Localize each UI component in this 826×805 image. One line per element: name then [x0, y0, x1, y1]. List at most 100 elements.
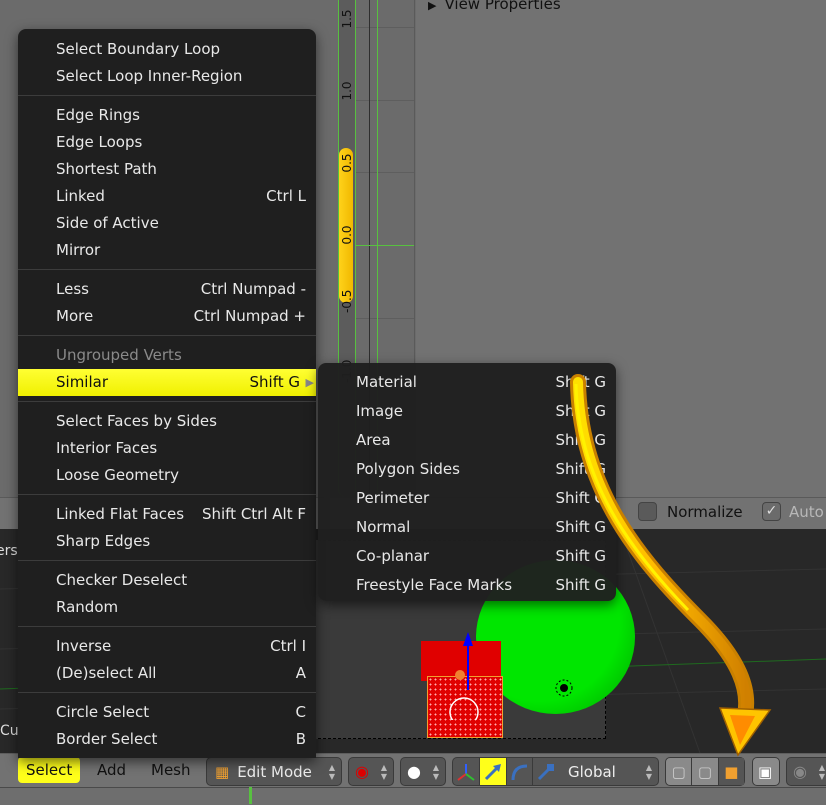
- submenu-item-shortcut: Shift G: [555, 402, 607, 420]
- menu-item-inverse[interactable]: Inverse Ctrl I: [18, 633, 316, 660]
- proportional-icon: ◉: [793, 762, 807, 781]
- menu-item-label: Side of Active: [56, 214, 159, 232]
- tick-label: 0.5: [340, 153, 354, 173]
- submenu-item-freestyle-face-marks[interactable]: Freestyle Face Marks Shift G: [318, 571, 616, 600]
- face-cube-icon: ■: [724, 762, 739, 781]
- submenu-arrow-icon: ▶: [305, 376, 314, 389]
- submenu-item-co-planar[interactable]: Co-planar Shift G: [318, 542, 616, 571]
- menu-item-shortcut: B: [295, 730, 306, 748]
- menu-item-select-faces-by-sides[interactable]: Select Faces by Sides: [18, 408, 316, 435]
- menu-item-more[interactable]: More Ctrl Numpad +: [18, 303, 316, 330]
- menu-item-linked[interactable]: Linked Ctrl L: [18, 183, 316, 210]
- auto-checkbox[interactable]: ✓: [762, 502, 781, 521]
- menu-item-border-select[interactable]: Border Select B: [18, 726, 316, 753]
- submenu-item-area[interactable]: Area Shift G: [318, 426, 616, 455]
- menu-separator: [18, 494, 316, 495]
- menu-item-linked-flat-faces[interactable]: Linked Flat Faces Shift Ctrl Alt F: [18, 501, 316, 528]
- menu-item-shortcut: Ctrl Numpad +: [193, 307, 306, 325]
- edge-select-mode[interactable]: ▢: [692, 758, 719, 785]
- menu-item-label: More: [56, 307, 94, 325]
- menu-item-label: Ungrouped Verts: [56, 346, 182, 364]
- menu-separator: [18, 401, 316, 402]
- manipulator-toggle[interactable]: [453, 758, 480, 785]
- updown-arrows-icon: ▲ ▼: [645, 762, 652, 781]
- menu-separator: [18, 560, 316, 561]
- pivot-point-dropdown[interactable]: ◉ ▲ ▼: [348, 757, 394, 786]
- auto-label: Auto: [789, 502, 824, 521]
- tick-label: 0.0: [340, 225, 354, 245]
- menu-item-shortest-path[interactable]: Shortest Path: [18, 156, 316, 183]
- submenu-item-polygon-sides[interactable]: Polygon Sides Shift G: [318, 455, 616, 484]
- submenu-item-label: Perimeter: [356, 489, 430, 507]
- timeline-current-frame[interactable]: [249, 787, 252, 804]
- normalize-label: Normalize: [667, 502, 743, 521]
- menu-item-shortcut: Shift Ctrl Alt F: [201, 505, 306, 523]
- view-properties-panel-header[interactable]: ▶ View Properties: [428, 0, 561, 13]
- menu-item-label: Select Loop Inner-Region: [56, 67, 243, 85]
- menu-item-less[interactable]: Less Ctrl Numpad -: [18, 276, 316, 303]
- menu-item-checker-deselect[interactable]: Checker Deselect: [18, 567, 316, 594]
- scale-icon: [538, 763, 555, 780]
- lamp-icon[interactable]: [552, 676, 576, 700]
- menu-item-mirror[interactable]: Mirror: [18, 237, 316, 264]
- edge-cube-icon: ▢: [697, 762, 713, 781]
- submenu-item-normal[interactable]: Normal Shift G: [318, 513, 616, 542]
- menu-item-shortcut: Ctrl L: [266, 187, 306, 205]
- menu-item-label: Border Select: [56, 730, 158, 748]
- pivot-icon: ◉: [355, 762, 369, 781]
- submenu-item-label: Image: [356, 402, 403, 420]
- normalize-checkbox[interactable]: [638, 502, 657, 521]
- menu-item-deselect-all[interactable]: (De)select All A: [18, 660, 316, 687]
- submenu-item-material[interactable]: Material Shift G: [318, 368, 616, 397]
- menu-item-select-boundary-loop[interactable]: Select Boundary Loop: [18, 36, 316, 63]
- timeline-strip[interactable]: [0, 787, 826, 805]
- normalize-toggle[interactable]: Normalize: [638, 502, 743, 521]
- submenu-item-shortcut: Shift G: [555, 373, 607, 391]
- menu-item-label: Loose Geometry: [56, 466, 180, 484]
- vertex-select-mode[interactable]: ▢: [666, 758, 693, 785]
- menu-item-side-of-active[interactable]: Side of Active: [18, 210, 316, 237]
- submenu-item-shortcut: Shift G: [555, 431, 607, 449]
- viewport-shading-dropdown[interactable]: ● ▲ ▼: [400, 757, 446, 786]
- scale-manipulator[interactable]: [533, 758, 559, 785]
- menu-item-select-loop-inner-region[interactable]: Select Loop Inner-Region: [18, 63, 316, 90]
- submenu-item-image[interactable]: Image Shift G: [318, 397, 616, 426]
- menu-item-interior-faces[interactable]: Interior Faces: [18, 435, 316, 462]
- menu-item-edge-loops[interactable]: Edge Loops: [18, 129, 316, 156]
- select-menu-button[interactable]: Select: [18, 757, 81, 783]
- mesh-select-mode-group: ▢ ▢ ■: [665, 757, 745, 786]
- menu-separator: [18, 95, 316, 96]
- mode-dropdown[interactable]: ▦ Edit Mode ▲ ▼: [206, 757, 342, 786]
- menu-item-label: Random: [56, 598, 119, 616]
- arrow-icon: [484, 763, 501, 780]
- mesh-menu-button[interactable]: Mesh: [143, 757, 199, 783]
- menu-item-ungrouped-verts: Ungrouped Verts: [18, 342, 316, 369]
- submenu-item-label: Freestyle Face Marks: [356, 576, 513, 594]
- menu-item-sharp-edges[interactable]: Sharp Edges: [18, 528, 316, 555]
- grid-line: [355, 27, 415, 28]
- grid-line: [355, 100, 415, 101]
- menu-item-edge-rings[interactable]: Edge Rings: [18, 102, 316, 129]
- menu-item-shortcut: Ctrl Numpad -: [200, 280, 306, 298]
- transform-gizmo[interactable]: [440, 630, 500, 720]
- transform-orientation-dropdown[interactable]: Global ▲ ▼: [558, 757, 659, 786]
- vertex-cube-icon: ▢: [671, 762, 686, 781]
- submenu-item-shortcut: Shift G: [555, 460, 607, 478]
- translate-manipulator[interactable]: [479, 758, 507, 785]
- add-menu-button[interactable]: Add: [89, 757, 134, 783]
- rotate-manipulator[interactable]: [507, 758, 534, 785]
- updown-arrows-icon: ▲ ▼: [818, 762, 825, 781]
- menu-item-random[interactable]: Random: [18, 594, 316, 621]
- menu-item-shortcut: Ctrl I: [270, 637, 306, 655]
- limit-selection-visible-toggle[interactable]: ▣: [752, 757, 780, 786]
- submenu-item-label: Material: [356, 373, 417, 391]
- submenu-item-label: Area: [356, 431, 391, 449]
- auto-toggle[interactable]: ✓ Auto: [762, 502, 824, 521]
- submenu-item-perimeter[interactable]: Perimeter Shift G: [318, 484, 616, 513]
- face-select-mode[interactable]: ■: [718, 758, 744, 785]
- menu-item-circle-select[interactable]: Circle Select C: [18, 699, 316, 726]
- menu-item-similar[interactable]: Similar Shift G ▶: [18, 369, 316, 396]
- menu-item-label: Shortest Path: [56, 160, 157, 178]
- menu-item-loose-geometry[interactable]: Loose Geometry: [18, 462, 316, 489]
- proportional-editing-dropdown[interactable]: ◉ ▲ ▼: [786, 757, 826, 786]
